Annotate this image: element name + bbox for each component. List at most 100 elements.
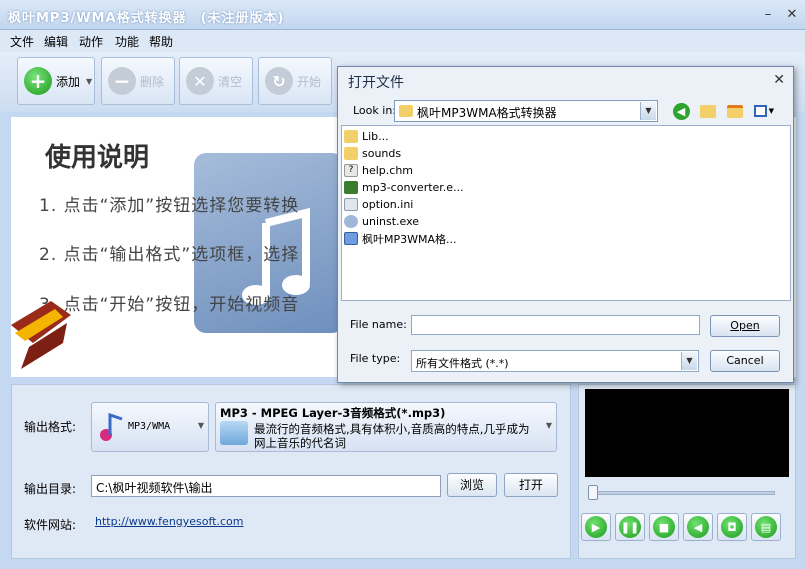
window-title: 枫叶MP3/WMA格式转换器 (未注册版本) — [8, 11, 285, 26]
file-list: Lib... sounds ? help.chm mp3-converter.e.… — [341, 125, 791, 301]
add-button-label: 添加 — [56, 74, 81, 89]
output-format-label: 输出格式: — [24, 420, 77, 434]
open-file-dialog: 打开文件 ✕ Look in: 枫叶MP3WMA格式转换器 ▼ ◀ ▼ Lib.… — [337, 66, 794, 383]
refresh-icon: ↻ — [265, 67, 293, 95]
folder-open-icon: ▤ — [755, 516, 777, 538]
menu-action[interactable]: 动作 — [79, 33, 103, 50]
list-item[interactable]: 枫叶MP3WMA格... — [344, 230, 457, 247]
start-button[interactable]: ↻ 开始 — [258, 57, 332, 105]
file-name: sounds — [362, 147, 402, 160]
format-description-select[interactable]: MP3 - MPEG Layer-3音频格式(*.mp3) 最流行的音频格式,具… — [215, 402, 557, 452]
file-name-input[interactable] — [411, 315, 700, 335]
start-button-label: 开始 — [297, 74, 322, 89]
folder-icon — [399, 105, 413, 117]
list-item[interactable]: mp3-converter.e... — [344, 179, 464, 196]
file-type-value: 所有文件格式 (*.*) — [416, 357, 509, 370]
snapshot-button[interactable]: ◘ — [717, 513, 747, 541]
uninstall-icon — [344, 215, 358, 228]
mute-button[interactable]: ◀ — [683, 513, 713, 541]
output-dir-field[interactable]: C:\枫叶视频软件\输出 — [91, 475, 441, 497]
clear-button[interactable]: ✕ 清空 — [179, 57, 253, 105]
menu-file[interactable]: 文件 — [10, 33, 34, 50]
site-link[interactable]: http://www.fengyesoft.com — [95, 515, 244, 528]
list-item[interactable]: Lib... — [344, 128, 389, 145]
open-button-label: Open — [730, 319, 760, 332]
title-bar: 枫叶MP3/WMA格式转换器 (未注册版本) – ✕ — [0, 0, 805, 30]
up-folder-icon[interactable] — [698, 101, 718, 121]
look-in-label: Look in: — [353, 104, 396, 117]
chevron-down-icon: ▼ — [545, 421, 552, 430]
app-logo-icon — [11, 301, 71, 369]
delete-button-label: 删除 — [140, 74, 165, 89]
folder-icon — [220, 421, 248, 445]
minimize-button[interactable]: – — [758, 6, 778, 24]
menu-edit[interactable]: 编辑 — [44, 33, 68, 50]
play-icon: ▶ — [585, 516, 607, 538]
output-settings-panel: 输出格式: MP3/WMA ▼ MP3 - MPEG Layer-3音频格式(*… — [11, 384, 571, 559]
file-name: help.chm — [362, 164, 414, 177]
menu-help[interactable]: 帮助 — [149, 33, 173, 50]
chevron-down-icon: ▼ — [86, 76, 93, 86]
close-button[interactable]: ✕ — [782, 6, 802, 24]
stop-button[interactable]: ■ — [649, 513, 679, 541]
pause-button[interactable]: ❚❚ — [615, 513, 645, 541]
open-button[interactable]: Open — [710, 315, 780, 337]
chevron-down-icon: ▼ — [197, 421, 204, 430]
file-type-select[interactable]: 所有文件格式 (*.*) ▼ — [411, 350, 699, 372]
plus-icon: + — [24, 67, 52, 95]
pause-icon: ❚❚ — [619, 516, 641, 538]
seek-handle[interactable] — [588, 485, 598, 500]
folder-button[interactable]: ▤ — [751, 513, 781, 541]
file-name: mp3-converter.e... — [362, 181, 464, 194]
cancel-button[interactable]: Cancel — [710, 350, 780, 372]
file-name: uninst.exe — [362, 215, 420, 228]
chevron-down-icon: ▼ — [681, 352, 697, 370]
exe-icon — [344, 181, 358, 194]
output-format-value: MP3/WMA — [128, 421, 171, 432]
file-name: option.ini — [362, 198, 414, 211]
browse-button[interactable]: 浏览 — [447, 473, 497, 497]
list-item[interactable]: option.ini — [344, 196, 413, 213]
back-icon[interactable]: ◀ — [671, 101, 691, 121]
menu-bar: 文件 编辑 动作 功能 帮助 — [0, 30, 805, 52]
shortcut-icon — [344, 232, 358, 245]
x-icon: ✕ — [186, 67, 214, 95]
guide-step: 1. 点击“添加”按钮选择您要转换 — [39, 196, 300, 216]
format-desc-line: 网上音乐的代名词 — [254, 436, 346, 450]
ini-file-icon — [344, 198, 358, 211]
file-type-label: File type: — [350, 352, 401, 365]
open-dir-button[interactable]: 打开 — [504, 473, 558, 497]
folder-icon — [344, 147, 358, 160]
output-format-select[interactable]: MP3/WMA ▼ — [91, 402, 209, 452]
speaker-icon: ◀ — [687, 516, 709, 538]
music-format-icon — [100, 412, 123, 441]
add-button[interactable]: + 添加 ▼ — [17, 57, 95, 105]
camera-icon: ◘ — [721, 516, 743, 538]
dialog-title: 打开文件 — [348, 75, 404, 91]
seek-bar[interactable] — [591, 491, 775, 495]
output-dir-label: 输出目录: — [24, 482, 77, 496]
site-label: 软件网站: — [24, 518, 77, 532]
file-name: 枫叶MP3WMA格... — [362, 232, 457, 246]
view-menu-icon[interactable]: ▼ — [754, 101, 774, 121]
folder-icon — [344, 130, 358, 143]
menu-function[interactable]: 功能 — [115, 33, 139, 50]
help-file-icon: ? — [344, 164, 358, 177]
stop-icon: ■ — [653, 516, 675, 538]
chevron-down-icon: ▼ — [640, 102, 656, 120]
guide-title: 使用说明 — [45, 143, 150, 173]
new-folder-icon[interactable] — [725, 101, 745, 121]
player-panel: ▶ ❚❚ ■ ◀ ◘ ▤ — [578, 384, 796, 559]
look-in-select[interactable]: 枫叶MP3WMA格式转换器 ▼ — [394, 100, 658, 122]
delete-button[interactable]: − 删除 — [101, 57, 175, 105]
list-item[interactable]: uninst.exe — [344, 213, 419, 230]
video-preview — [585, 389, 789, 477]
dialog-close-icon[interactable]: ✕ — [773, 72, 785, 88]
list-item[interactable]: ? help.chm — [344, 162, 413, 179]
clear-button-label: 清空 — [218, 74, 243, 89]
list-item[interactable]: sounds — [344, 145, 401, 162]
window-subtitle: (未注册版本) — [200, 11, 285, 26]
play-button[interactable]: ▶ — [581, 513, 611, 541]
minus-icon: − — [108, 67, 136, 95]
look-in-value: 枫叶MP3WMA格式转换器 — [417, 106, 557, 120]
